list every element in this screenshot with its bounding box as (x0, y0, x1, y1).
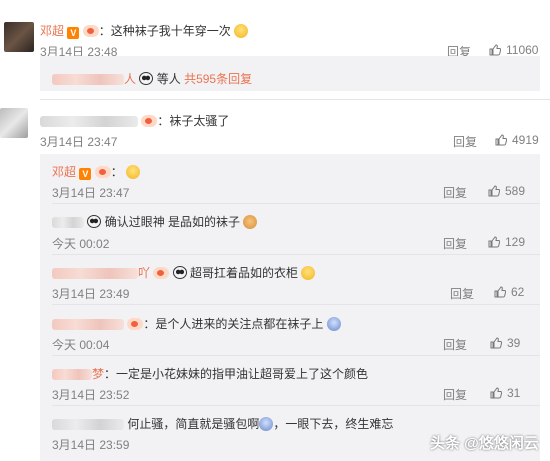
divider (52, 355, 540, 356)
reply-line: 吖 超哥扛着品如的衣柜 (52, 264, 316, 281)
reply-text: 确认过眼神 是品如的袜子 (104, 215, 241, 229)
reply-button[interactable]: 回复 (443, 235, 467, 252)
blurred-username (52, 268, 138, 280)
divider (52, 203, 540, 204)
fan-badge-icon (94, 166, 111, 178)
divider (52, 254, 540, 255)
thumbs-up-icon (495, 134, 507, 146)
comment-line: 邓超 V ：这种袜子我十年穿一次 (40, 22, 249, 39)
cat-emoji-icon (243, 215, 258, 229)
reply-button[interactable]: 回复 (450, 285, 474, 302)
view-all-replies-link[interactable]: 共595条回复 (184, 72, 252, 86)
blurred-username (52, 319, 124, 331)
panda-emoji-icon (172, 266, 187, 279)
like-button[interactable]: 589 (488, 184, 525, 198)
fan-badge-icon (141, 115, 158, 127)
divider (52, 304, 540, 305)
thumbs-up-icon (490, 387, 502, 399)
summary-text: 等人 (156, 72, 181, 86)
reply-author[interactable]: 邓超 (52, 165, 76, 179)
thumbs-up-icon (490, 337, 502, 349)
fan-badge-icon (127, 318, 144, 330)
comment-text: ：这种袜子我十年穿一次 (98, 24, 231, 38)
watermark: 头条 @悠悠闲云 (430, 435, 539, 452)
blurred-username (52, 217, 84, 229)
reply-button[interactable]: 回复 (443, 184, 467, 201)
reply-time: 3月14日 23:59 (52, 438, 130, 452)
reply-line: 何止骚，简直就是骚包啊 ，一眼下去，终生难忘 (52, 415, 393, 432)
scared-emoji-icon (259, 417, 274, 431)
reply-time: 今天 00:02 (52, 237, 110, 251)
like-button[interactable]: 4919 (495, 133, 539, 147)
like-button[interactable]: 11060 (489, 43, 538, 57)
thumbs-up-icon (488, 185, 500, 197)
fan-badge-icon (153, 267, 170, 279)
blurred-username (52, 74, 124, 86)
reply-author-suffix[interactable]: 吖 (138, 266, 150, 280)
avatar[interactable] (4, 22, 34, 52)
reply-time: 今天 00:04 (52, 338, 110, 352)
reply-text: ：是个人进来的关注点都在袜子上 (143, 317, 324, 331)
smile-emoji-icon (126, 165, 141, 179)
reply-line: ：是个人进来的关注点都在袜子上 (52, 315, 341, 332)
reply-time: 3月14日 23:52 (52, 388, 130, 402)
comment-author[interactable]: 邓超 (40, 24, 64, 38)
avatar[interactable] (0, 108, 28, 138)
like-button[interactable]: 39 (490, 336, 520, 350)
blurred-username (40, 116, 138, 128)
fan-badge-icon (82, 25, 99, 37)
reply-text: ： (110, 165, 123, 179)
like-button[interactable]: 31 (490, 386, 520, 400)
comment-text: ：袜子太骚了 (157, 114, 230, 128)
reply-button[interactable]: 回复 (453, 133, 477, 150)
comment-time: 3月14日 23:47 (40, 135, 118, 149)
reply-time: 3月14日 23:49 (52, 287, 130, 301)
thumbs-up-icon (488, 236, 500, 248)
replies-summary-line: 人 等人 共595条回复 (52, 70, 252, 87)
comment-line: ：袜子太骚了 (40, 112, 229, 129)
reply-line: 邓超 V ： (52, 163, 141, 180)
blurred-username (52, 369, 92, 381)
panda-emoji-icon (139, 72, 154, 85)
scared-emoji-icon (326, 317, 341, 331)
reply-text: 超哥扛着品如的衣柜 (190, 266, 299, 280)
reply-author-suffix[interactable]: 梦 (92, 367, 104, 381)
verified-v-icon: V (67, 27, 80, 39)
like-button[interactable]: 62 (494, 285, 524, 299)
reply-line: 确认过眼神 是品如的袜子 (52, 213, 258, 230)
reply-line: 梦：一定是小花妹妹的指甲油让超哥爱上了这个颜色 (52, 365, 368, 382)
divider (52, 405, 540, 406)
like-button[interactable]: 129 (488, 235, 525, 249)
reply-time: 3月14日 23:47 (52, 186, 130, 200)
reply-author-suffix[interactable]: 人 (124, 72, 136, 86)
reply-button[interactable]: 回复 (443, 386, 467, 403)
verified-v-icon: V (79, 168, 92, 180)
thumbs-up-icon (494, 286, 506, 298)
reply-button[interactable]: 回复 (443, 336, 467, 353)
reply-text: 何止骚，简直就是骚包啊 (127, 417, 260, 431)
reply-text: ：一定是小花妹妹的指甲油让超哥爱上了这个颜色 (104, 367, 369, 381)
thumbs-up-icon (489, 44, 501, 56)
blurred-username (52, 419, 124, 431)
reply-text-continued: ，一眼下去，终生难忘 (273, 417, 394, 431)
divider (40, 99, 550, 100)
smile-emoji-icon (234, 24, 249, 38)
panda-emoji-icon (87, 215, 102, 228)
smile-emoji-icon (301, 266, 316, 280)
